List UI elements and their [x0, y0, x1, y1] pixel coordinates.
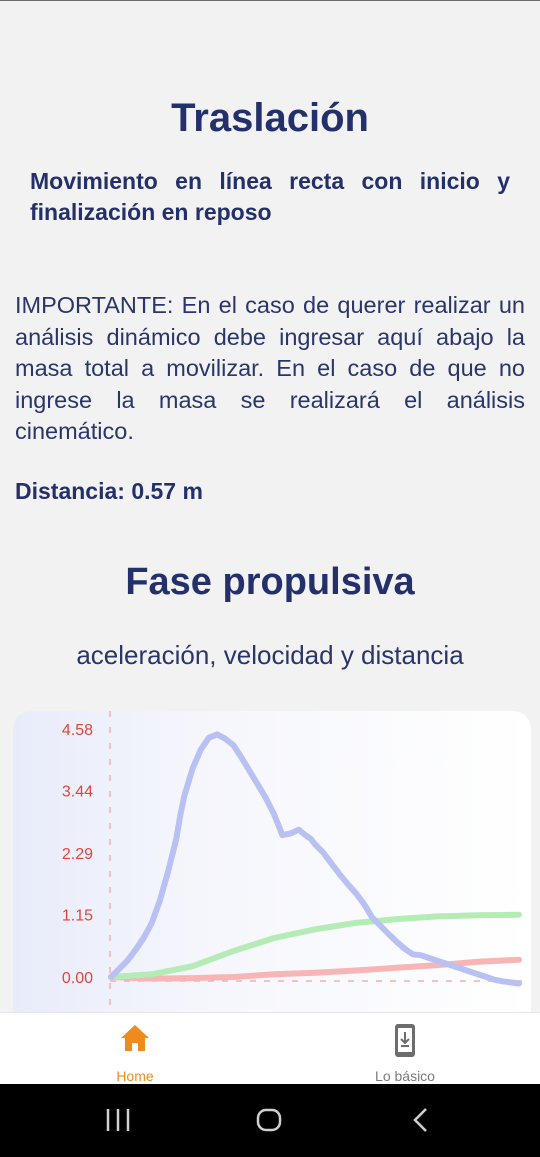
status-bar-edge [0, 0, 540, 1]
recent-apps-icon[interactable] [103, 1106, 133, 1134]
page-title: Traslación [171, 96, 369, 140]
nav-home-button[interactable]: Home [65, 1013, 205, 1085]
y-tick-label: 1.15 [62, 908, 93, 925]
distance-value: Distancia: 0.57 m [15, 478, 203, 504]
phone-download-icon [395, 1024, 415, 1057]
y-tick-label: 3.44 [62, 784, 93, 801]
y-tick-label: 4.58 [62, 722, 93, 739]
nav-basics-button[interactable]: Lo básico [335, 1013, 475, 1085]
back-icon[interactable] [406, 1106, 436, 1134]
nav-basics-label: Lo básico [375, 1068, 435, 1084]
chart-svg: 4.58 3.44 2.29 1.15 0.00 [62, 711, 523, 1031]
home-circle-icon[interactable] [254, 1106, 284, 1134]
phase-subtitle: aceleración, velocidad y distancia [76, 640, 464, 670]
system-navigation-bar [0, 1084, 540, 1157]
acceleration-series-line [108, 731, 522, 987]
y-tick-label: 0.00 [62, 970, 93, 987]
bottom-navigation: Home Lo básico [0, 1012, 540, 1085]
nav-home-label: Home [116, 1068, 154, 1084]
chart-card: 4.58 3.44 2.29 1.15 0.00 [13, 711, 531, 1031]
page-subtitle: Movimiento en línea recta con inicio y f… [30, 168, 510, 225]
phase-title: Fase propulsiva [125, 561, 415, 603]
important-notice: IMPORTANTE: En el caso de querer realiza… [15, 292, 525, 444]
y-tick-label: 2.29 [62, 846, 93, 863]
home-icon [121, 1025, 149, 1051]
